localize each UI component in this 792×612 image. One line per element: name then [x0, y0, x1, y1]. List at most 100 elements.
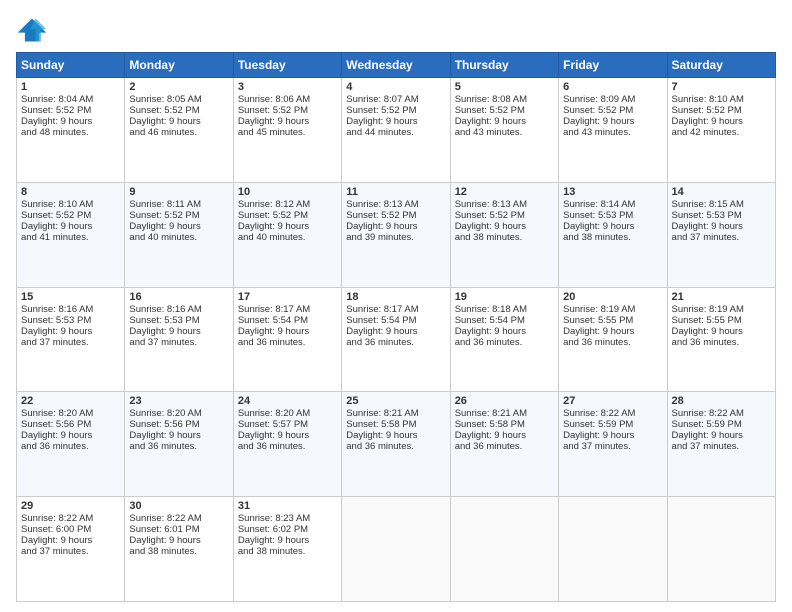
day-number: 1 — [21, 81, 120, 93]
logo — [16, 16, 52, 44]
calendar-cell: 6Sunrise: 8:09 AMSunset: 5:52 PMDaylight… — [559, 78, 667, 183]
day-info-line: and 36 minutes. — [455, 441, 554, 452]
day-number: 6 — [563, 81, 662, 93]
calendar-cell: 22Sunrise: 8:20 AMSunset: 5:56 PMDayligh… — [17, 392, 125, 497]
day-info-line: and 41 minutes. — [21, 232, 120, 243]
day-info-line: Daylight: 9 hours — [563, 116, 662, 127]
weekday-header-row: SundayMondayTuesdayWednesdayThursdayFrid… — [17, 53, 776, 78]
day-info-line: Daylight: 9 hours — [563, 430, 662, 441]
day-number: 9 — [129, 186, 228, 198]
calendar-cell: 27Sunrise: 8:22 AMSunset: 5:59 PMDayligh… — [559, 392, 667, 497]
day-info-line: and 44 minutes. — [346, 127, 445, 138]
day-info-line: Sunset: 6:02 PM — [238, 524, 337, 535]
day-info-line: Sunset: 5:55 PM — [563, 315, 662, 326]
day-info-line: Sunset: 5:53 PM — [563, 210, 662, 221]
calendar-cell: 8Sunrise: 8:10 AMSunset: 5:52 PMDaylight… — [17, 182, 125, 287]
day-number: 7 — [672, 81, 771, 93]
day-info-line: Sunrise: 8:15 AM — [672, 199, 771, 210]
calendar-cell: 28Sunrise: 8:22 AMSunset: 5:59 PMDayligh… — [667, 392, 775, 497]
calendar-cell: 29Sunrise: 8:22 AMSunset: 6:00 PMDayligh… — [17, 497, 125, 602]
calendar-cell: 24Sunrise: 8:20 AMSunset: 5:57 PMDayligh… — [233, 392, 341, 497]
day-info-line: Sunset: 5:59 PM — [563, 419, 662, 430]
day-number: 4 — [346, 81, 445, 93]
calendar-week-row: 15Sunrise: 8:16 AMSunset: 5:53 PMDayligh… — [17, 287, 776, 392]
day-number: 22 — [21, 395, 120, 407]
day-info-line: and 36 minutes. — [563, 337, 662, 348]
calendar-cell: 12Sunrise: 8:13 AMSunset: 5:52 PMDayligh… — [450, 182, 558, 287]
day-info-line: and 37 minutes. — [672, 441, 771, 452]
day-info-line: Daylight: 9 hours — [672, 430, 771, 441]
day-number: 24 — [238, 395, 337, 407]
day-number: 27 — [563, 395, 662, 407]
day-info-line: Sunrise: 8:22 AM — [129, 513, 228, 524]
day-info-line: Daylight: 9 hours — [129, 221, 228, 232]
day-info-line: Sunset: 5:54 PM — [346, 315, 445, 326]
day-info-line: and 37 minutes. — [129, 337, 228, 348]
day-number: 3 — [238, 81, 337, 93]
day-info-line: and 36 minutes. — [455, 337, 554, 348]
day-info-line: and 39 minutes. — [346, 232, 445, 243]
day-info-line: and 37 minutes. — [21, 337, 120, 348]
day-number: 14 — [672, 186, 771, 198]
day-info-line: Sunrise: 8:22 AM — [21, 513, 120, 524]
day-info-line: Sunset: 5:52 PM — [346, 105, 445, 116]
calendar-cell: 17Sunrise: 8:17 AMSunset: 5:54 PMDayligh… — [233, 287, 341, 392]
calendar-cell: 13Sunrise: 8:14 AMSunset: 5:53 PMDayligh… — [559, 182, 667, 287]
calendar-cell: 7Sunrise: 8:10 AMSunset: 5:52 PMDaylight… — [667, 78, 775, 183]
day-info-line: Sunset: 5:52 PM — [455, 105, 554, 116]
day-info-line: Sunset: 6:01 PM — [129, 524, 228, 535]
calendar-cell — [450, 497, 558, 602]
day-info-line: Sunset: 5:52 PM — [238, 105, 337, 116]
day-info-line: and 36 minutes. — [238, 337, 337, 348]
day-info-line: Sunset: 5:52 PM — [346, 210, 445, 221]
day-info-line: Daylight: 9 hours — [238, 116, 337, 127]
day-info-line: Daylight: 9 hours — [21, 116, 120, 127]
calendar-cell: 10Sunrise: 8:12 AMSunset: 5:52 PMDayligh… — [233, 182, 341, 287]
day-info-line: Sunset: 5:53 PM — [672, 210, 771, 221]
calendar-cell: 18Sunrise: 8:17 AMSunset: 5:54 PMDayligh… — [342, 287, 450, 392]
day-info-line: and 46 minutes. — [129, 127, 228, 138]
day-info-line: Sunrise: 8:11 AM — [129, 199, 228, 210]
day-info-line: Sunset: 5:53 PM — [21, 315, 120, 326]
day-info-line: Sunrise: 8:09 AM — [563, 94, 662, 105]
day-info-line: Sunrise: 8:21 AM — [455, 408, 554, 419]
day-info-line: Daylight: 9 hours — [455, 326, 554, 337]
day-info-line: Sunrise: 8:19 AM — [672, 304, 771, 315]
day-info-line: Daylight: 9 hours — [346, 326, 445, 337]
day-number: 16 — [129, 291, 228, 303]
day-info-line: Sunrise: 8:10 AM — [21, 199, 120, 210]
logo-icon — [16, 16, 48, 44]
day-number: 17 — [238, 291, 337, 303]
day-info-line: and 45 minutes. — [238, 127, 337, 138]
day-info-line: Sunrise: 8:18 AM — [455, 304, 554, 315]
day-info-line: Sunrise: 8:17 AM — [346, 304, 445, 315]
calendar-cell: 11Sunrise: 8:13 AMSunset: 5:52 PMDayligh… — [342, 182, 450, 287]
weekday-header: Thursday — [450, 53, 558, 78]
day-info-line: Sunset: 5:52 PM — [238, 210, 337, 221]
weekday-header: Tuesday — [233, 53, 341, 78]
day-info-line: Sunset: 5:55 PM — [672, 315, 771, 326]
day-info-line: Daylight: 9 hours — [563, 221, 662, 232]
day-info-line: Sunset: 5:54 PM — [455, 315, 554, 326]
day-info-line: Sunrise: 8:21 AM — [346, 408, 445, 419]
day-info-line: Sunrise: 8:22 AM — [672, 408, 771, 419]
day-info-line: Sunrise: 8:20 AM — [238, 408, 337, 419]
calendar-cell: 25Sunrise: 8:21 AMSunset: 5:58 PMDayligh… — [342, 392, 450, 497]
day-info-line: Daylight: 9 hours — [672, 116, 771, 127]
calendar-body: 1Sunrise: 8:04 AMSunset: 5:52 PMDaylight… — [17, 78, 776, 602]
day-number: 2 — [129, 81, 228, 93]
day-info-line: Sunrise: 8:04 AM — [21, 94, 120, 105]
day-info-line: Sunset: 5:52 PM — [455, 210, 554, 221]
day-info-line: Sunrise: 8:19 AM — [563, 304, 662, 315]
calendar-cell: 30Sunrise: 8:22 AMSunset: 6:01 PMDayligh… — [125, 497, 233, 602]
day-info-line: and 38 minutes. — [238, 546, 337, 557]
day-number: 5 — [455, 81, 554, 93]
day-info-line: Daylight: 9 hours — [21, 430, 120, 441]
day-info-line: Sunrise: 8:13 AM — [346, 199, 445, 210]
day-info-line: Daylight: 9 hours — [21, 326, 120, 337]
day-info-line: Sunrise: 8:07 AM — [346, 94, 445, 105]
day-info-line: Sunset: 6:00 PM — [21, 524, 120, 535]
calendar-cell — [667, 497, 775, 602]
calendar-table: SundayMondayTuesdayWednesdayThursdayFrid… — [16, 52, 776, 602]
day-info-line: Daylight: 9 hours — [129, 116, 228, 127]
